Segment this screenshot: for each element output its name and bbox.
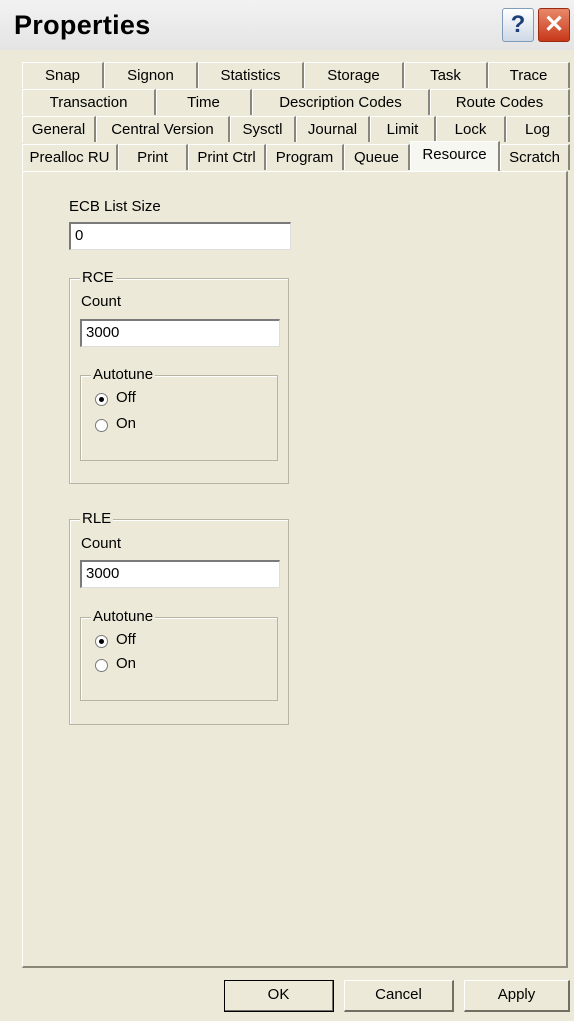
close-button[interactable]: ✕ [538, 8, 570, 42]
rle-autotune-group: Autotune Off On [80, 608, 278, 701]
tab-storage[interactable]: Storage [304, 62, 404, 88]
tab-description-codes[interactable]: Description Codes [252, 89, 430, 115]
rce-autotune-group: Autotune Off On [80, 366, 278, 461]
rle-group: RLE Count 3000 Autotune Off On [69, 510, 289, 725]
resource-panel: ECB List Size 0 RCE Count 3000 Autotune … [22, 171, 568, 968]
tab-time[interactable]: Time [156, 89, 252, 115]
rce-autotune-off-label: Off [116, 389, 136, 406]
tab-journal[interactable]: Journal [296, 116, 370, 142]
rce-autotune-off-radio[interactable] [95, 393, 108, 406]
tab-signon[interactable]: Signon [104, 62, 198, 88]
rce-group: RCE Count 3000 Autotune Off On [69, 269, 289, 484]
rle-autotune-label: Autotune [91, 608, 156, 625]
rle-count-input[interactable]: 3000 [80, 560, 280, 588]
tab-strip: Snap Signon Statistics Storage Task Trac… [22, 62, 570, 172]
rce-count-input[interactable]: 3000 [80, 319, 280, 347]
ecb-list-size-label: ECB List Size [69, 198, 161, 215]
tab-central-version[interactable]: Central Version [96, 116, 230, 142]
tab-row-2: Transaction Time Description Codes Route… [22, 89, 570, 116]
rle-autotune-off-radio[interactable] [95, 635, 108, 648]
cancel-button[interactable]: Cancel [344, 980, 454, 1012]
tab-row-1: Snap Signon Statistics Storage Task Trac… [22, 62, 570, 89]
rce-autotune-on-radio[interactable] [95, 419, 108, 432]
title-bar: Properties ? ✕ [0, 0, 574, 50]
rle-autotune-off-label: Off [116, 631, 136, 648]
properties-dialog: Properties ? ✕ Snap Signon Statistics St… [0, 0, 574, 1021]
rle-count-label: Count [81, 535, 122, 552]
tab-log[interactable]: Log [506, 116, 570, 142]
tab-row-3: General Central Version Sysctl Journal L… [22, 116, 570, 143]
tab-print-ctrl[interactable]: Print Ctrl [188, 144, 266, 170]
ecb-list-size-input[interactable]: 0 [69, 222, 291, 250]
tab-sysctl[interactable]: Sysctl [230, 116, 296, 142]
rle-autotune-on-label: On [116, 655, 137, 672]
tab-route-codes[interactable]: Route Codes [430, 89, 570, 115]
rce-count-label: Count [81, 293, 122, 310]
tab-queue[interactable]: Queue [344, 144, 410, 170]
tab-limit[interactable]: Limit [370, 116, 436, 142]
tab-print[interactable]: Print [118, 144, 188, 170]
tab-trace[interactable]: Trace [488, 62, 570, 88]
tab-statistics[interactable]: Statistics [198, 62, 304, 88]
ok-button[interactable]: OK [224, 980, 334, 1012]
rce-autotune-on-label: On [116, 415, 137, 432]
tab-lock[interactable]: Lock [436, 116, 506, 142]
rle-autotune-on-radio[interactable] [95, 659, 108, 672]
tab-prealloc-ru[interactable]: Prealloc RU [22, 144, 118, 170]
tab-row-4: Prealloc RU Print Print Ctrl Program Que… [22, 141, 570, 171]
apply-button[interactable]: Apply [464, 980, 570, 1012]
tab-snap[interactable]: Snap [22, 62, 104, 88]
tab-program[interactable]: Program [266, 144, 344, 170]
rce-group-label: RCE [80, 269, 116, 286]
tab-general[interactable]: General [22, 116, 96, 142]
tab-task[interactable]: Task [404, 62, 488, 88]
tab-transaction[interactable]: Transaction [22, 89, 156, 115]
window-title: Properties [14, 10, 151, 40]
tab-scratch[interactable]: Scratch [500, 144, 570, 170]
help-button[interactable]: ? [502, 8, 534, 42]
rle-group-label: RLE [80, 510, 114, 527]
tab-resource[interactable]: Resource [410, 141, 500, 171]
rce-autotune-label: Autotune [91, 366, 156, 383]
